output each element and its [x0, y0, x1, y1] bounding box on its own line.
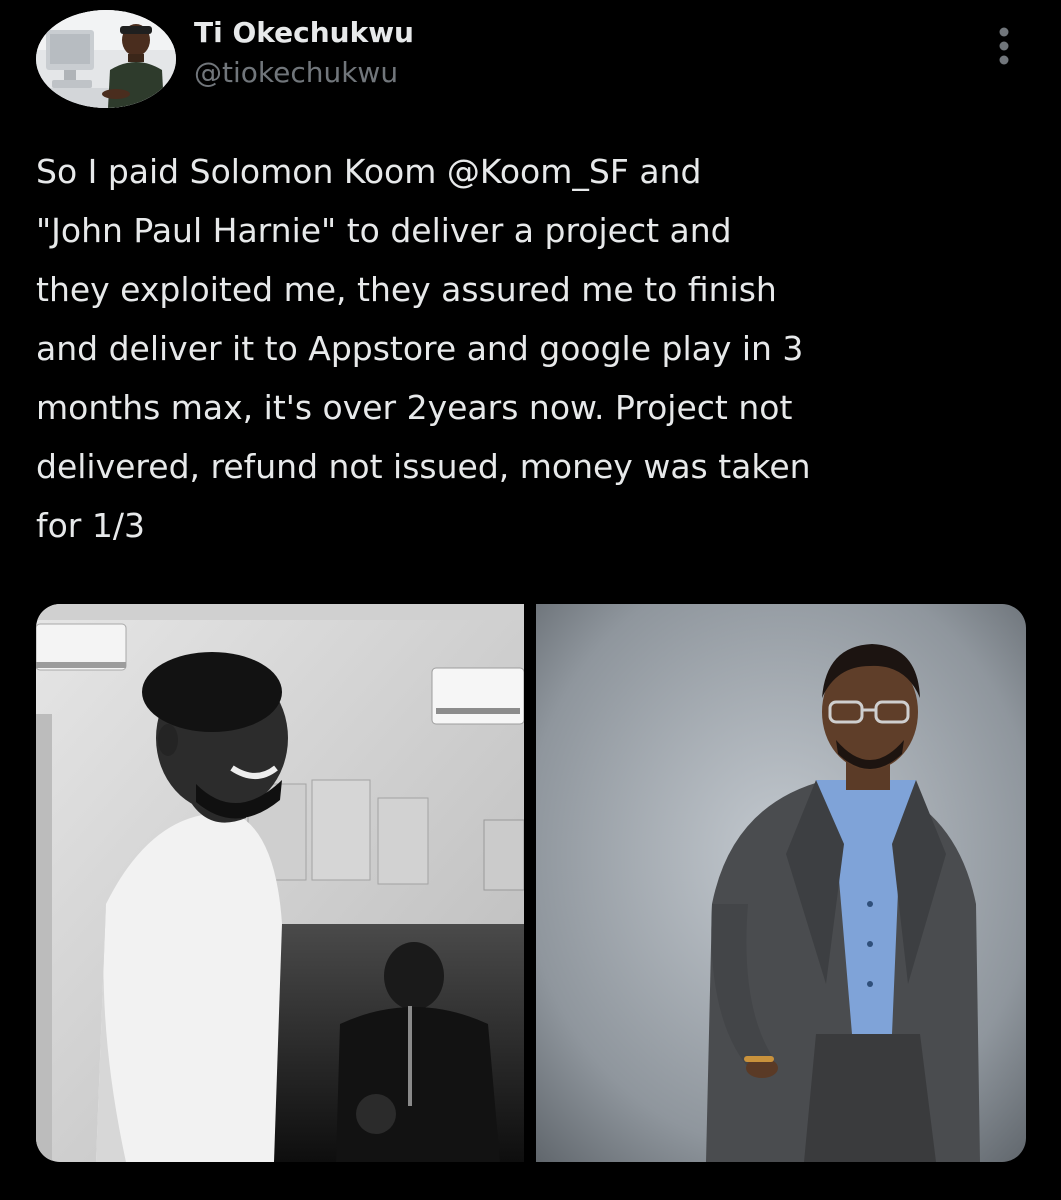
avatar-photo-icon [36, 10, 176, 108]
author-handle[interactable]: @tiokechukwu [194, 56, 398, 90]
author-display-name[interactable]: Ti Okechukwu [194, 16, 414, 50]
tweet-text-line: So I paid Solomon Koom @Koom_SF and [36, 152, 702, 191]
author-avatar[interactable] [36, 10, 176, 108]
more-options-button[interactable] [984, 20, 1024, 72]
tweet: Ti Okechukwu @tiokechukwu So I paid Solo… [0, 0, 1061, 1200]
tweet-text-line: they exploited me, they assured me to fi… [36, 270, 777, 309]
tweet-text: So I paid Solomon Koom @Koom_SF and "Joh… [36, 142, 1036, 555]
tweet-text-line: months max, it's over 2years now. Projec… [36, 388, 793, 427]
tweet-media-grid [36, 604, 1026, 1162]
tweet-text-line: and deliver it to Appstore and google pl… [36, 329, 804, 368]
tweet-text-line: "John Paul Harnie" to deliver a project … [36, 211, 732, 250]
vertical-ellipsis-icon [999, 27, 1009, 65]
tweet-photo-right[interactable] [536, 604, 1026, 1162]
tweet-text-line: for 1/3 [36, 506, 145, 545]
photo-smiling-man-icon [36, 604, 524, 1162]
tweet-photo-left[interactable] [36, 604, 524, 1162]
photo-man-in-suit-icon [536, 604, 1026, 1162]
tweet-text-line: delivered, refund not issued, money was … [36, 447, 811, 486]
